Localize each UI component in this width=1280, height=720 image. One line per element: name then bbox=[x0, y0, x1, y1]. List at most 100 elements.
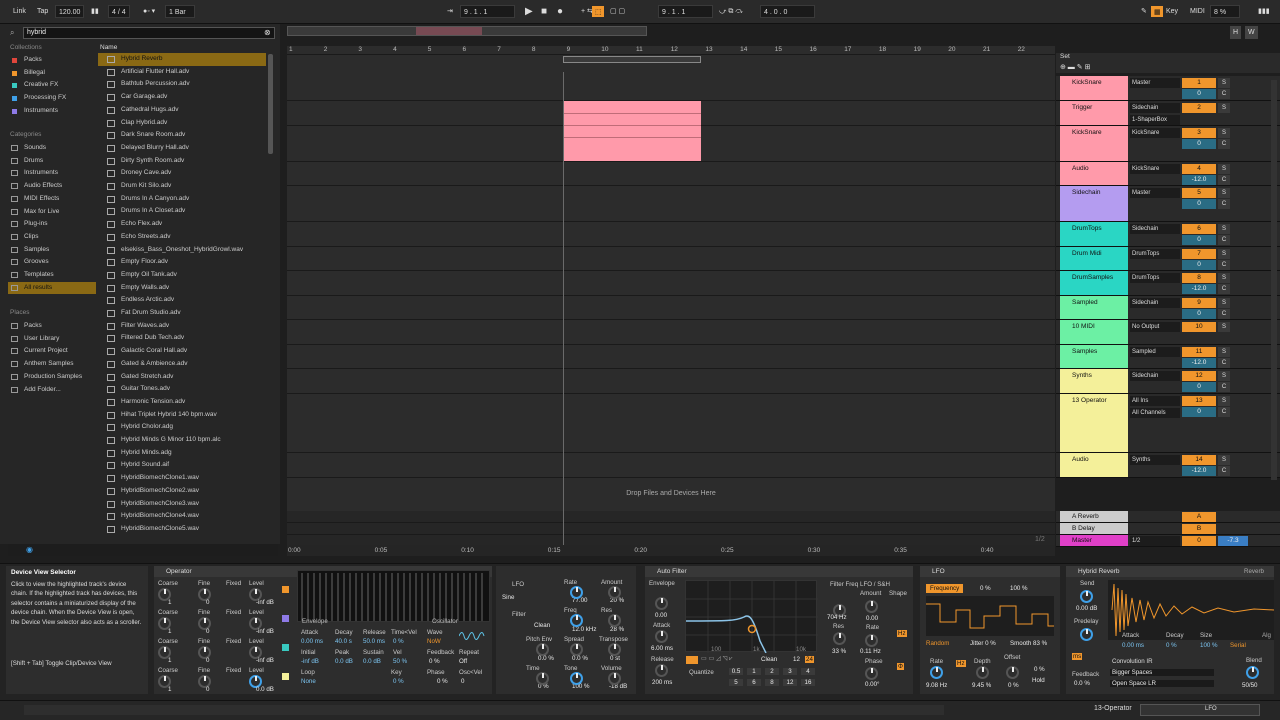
reverb-tab[interactable]: Reverb bbox=[1244, 568, 1264, 575]
af-freq-value[interactable]: 704 Hz bbox=[827, 614, 847, 621]
tap-button[interactable]: Tap bbox=[34, 5, 51, 18]
loop-start-field[interactable]: 9 . 1 . 1 bbox=[658, 5, 713, 18]
arrangement-lane[interactable] bbox=[287, 369, 1055, 394]
track-activator[interactable]: 8 bbox=[1182, 273, 1216, 283]
add-icon[interactable]: ⊕ ▬ ✎ ⊞ bbox=[1060, 63, 1090, 71]
track-activator[interactable]: 3 bbox=[1182, 128, 1216, 138]
hr-routing-select[interactable]: Serial bbox=[1230, 642, 1246, 649]
track-header[interactable]: Sampled Sidechain 9 S0 C bbox=[1056, 296, 1280, 320]
return-name[interactable]: B Delay bbox=[1060, 523, 1128, 534]
envelope-label[interactable]: Envelope bbox=[302, 618, 328, 625]
return-track-header[interactable]: A Reverb A bbox=[1056, 511, 1280, 523]
solo-button[interactable]: S bbox=[1218, 224, 1230, 234]
pan-button[interactable]: C bbox=[1218, 309, 1230, 319]
file-item[interactable]: Artificial Flutter Hall.adv bbox=[98, 66, 266, 79]
track-header[interactable]: Sidechain Master 5 S0 C bbox=[1056, 186, 1280, 222]
lfo-smooth[interactable]: Smooth 83 % bbox=[1010, 640, 1047, 647]
track-volume[interactable]: 0 bbox=[1182, 407, 1216, 417]
auto-filter-title[interactable]: Auto Filter bbox=[645, 566, 913, 577]
af-clean-select[interactable]: Clean bbox=[761, 656, 777, 663]
lfo-jitter[interactable]: Jitter 0 % bbox=[970, 640, 996, 647]
file-item[interactable]: Gated Stretch.adv bbox=[98, 371, 266, 384]
fine-value[interactable]: 0 bbox=[206, 686, 209, 693]
lfo-offset-value[interactable]: 0 % bbox=[1008, 682, 1019, 689]
grid-icon[interactable]: ▦ bbox=[1151, 6, 1163, 17]
lfo-amount-knob[interactable] bbox=[608, 586, 621, 599]
quantize-step[interactable]: 0.5 bbox=[729, 668, 743, 675]
category-item[interactable]: MIDI Effects bbox=[0, 193, 96, 205]
loop-icon[interactable]: ⤻ ⧉ ⤼ bbox=[716, 5, 746, 18]
track-activator[interactable]: 9 bbox=[1182, 298, 1216, 308]
return-activator[interactable]: B bbox=[1182, 524, 1216, 534]
transpose-knob[interactable] bbox=[608, 643, 621, 656]
af-phase-value[interactable]: 0.00° bbox=[865, 681, 880, 688]
file-item[interactable]: HybridBiomechClone1.wav bbox=[98, 472, 266, 485]
collection-item[interactable]: Processing FX bbox=[0, 92, 96, 104]
pan-button[interactable]: C bbox=[1218, 175, 1230, 185]
key-map-button[interactable]: Key bbox=[1163, 5, 1181, 18]
category-item[interactable]: All results bbox=[8, 281, 96, 294]
file-item[interactable]: Guitar Tones.adv bbox=[98, 383, 266, 396]
collection-item[interactable]: Instruments bbox=[0, 105, 96, 117]
track-header[interactable]: 13 Operator All Ins All Channels 13 S0 C bbox=[1056, 394, 1280, 453]
quantize-step[interactable]: 4 bbox=[801, 668, 815, 675]
hr-blend-knob[interactable] bbox=[1246, 666, 1259, 679]
file-item[interactable]: Delayed Blurry Hall.adv bbox=[98, 142, 266, 155]
operator-osc-icon[interactable] bbox=[282, 644, 289, 651]
lfo-hz-toggle[interactable]: Hz bbox=[956, 660, 966, 667]
fine-value[interactable]: 0 bbox=[206, 599, 209, 606]
file-item[interactable]: Echo Flex.adv bbox=[98, 218, 266, 231]
lfo-shape-select[interactable]: Sine bbox=[502, 594, 514, 601]
pitch-env-knob[interactable] bbox=[536, 643, 549, 656]
vel-value[interactable]: 50 % bbox=[393, 658, 407, 665]
track-header[interactable]: Trigger Sidechain 1-ShaperBox 2 S bbox=[1056, 101, 1280, 126]
track-volume[interactable]: -12.0 bbox=[1182, 175, 1216, 185]
view-toggle-h[interactable]: H bbox=[1230, 26, 1242, 39]
track-name[interactable]: Sampled bbox=[1060, 296, 1128, 319]
file-item[interactable]: Hybrid Minds.adg bbox=[98, 447, 266, 460]
peak-value[interactable]: 0.0 dB bbox=[335, 658, 353, 665]
capture-icon[interactable]: ▢ ▢ bbox=[607, 5, 628, 18]
quantize-step[interactable]: 1 bbox=[747, 668, 761, 675]
automation-arm-icon[interactable]: ⬚ bbox=[592, 6, 604, 17]
track-activator[interactable]: 14 bbox=[1182, 455, 1216, 465]
category-item[interactable]: Templates bbox=[0, 269, 96, 281]
quantize-select[interactable]: 1 Bar bbox=[165, 5, 195, 18]
tempo-field[interactable]: 120.00 bbox=[55, 5, 85, 18]
arrangement-lane[interactable] bbox=[287, 345, 1055, 369]
track-output-select[interactable]: Sidechain bbox=[1130, 298, 1180, 308]
lfo-offset-knob[interactable] bbox=[1006, 666, 1019, 679]
arrangement-lane[interactable] bbox=[287, 162, 1055, 186]
solo-button[interactable]: S bbox=[1218, 455, 1230, 465]
lfo-min-value[interactable]: 0 % bbox=[980, 585, 991, 592]
track-output-select[interactable]: Synths bbox=[1130, 455, 1180, 465]
pan-button[interactable]: C bbox=[1218, 235, 1230, 245]
track-header[interactable]: DrumSamples DrumTops 8 S -12.0 C bbox=[1056, 271, 1280, 296]
collection-item[interactable]: Creative FX bbox=[0, 79, 96, 91]
track-name[interactable]: KickSnare bbox=[1060, 126, 1128, 161]
file-item[interactable]: Dirty Synth Room.adv bbox=[98, 155, 266, 168]
release-value[interactable]: 50.0 ms bbox=[363, 638, 385, 645]
file-item[interactable]: Car Garage.adv bbox=[98, 91, 266, 104]
track-header[interactable]: Synths Sidechain 12 S0 C bbox=[1056, 369, 1280, 394]
operator-osc-icon[interactable] bbox=[282, 673, 289, 680]
filter-freq-value[interactable]: 12.0 kHz bbox=[572, 626, 596, 633]
hr-send-knob[interactable] bbox=[1080, 590, 1093, 603]
collection-item[interactable]: Packs bbox=[0, 54, 96, 66]
track-name[interactable]: DrumTops bbox=[1060, 222, 1128, 246]
track-name[interactable]: Samples bbox=[1060, 345, 1128, 368]
coarse-value[interactable]: 1 bbox=[168, 628, 171, 635]
af-amount-value[interactable]: 0.00 bbox=[866, 615, 878, 622]
category-item[interactable]: Plug-ins bbox=[0, 218, 96, 230]
track-volume[interactable]: 0 bbox=[1182, 199, 1216, 209]
af-rate-value[interactable]: 0.11 Hz bbox=[860, 648, 881, 655]
file-item[interactable]: HybridBiomechClone2.wav bbox=[98, 485, 266, 498]
af-release-value[interactable]: 200 ms bbox=[652, 679, 672, 686]
track-name[interactable]: KickSnare bbox=[1060, 76, 1128, 100]
hr-feedback-value[interactable]: 0.0 % bbox=[1074, 680, 1090, 687]
file-item[interactable]: Hybrid Minds G Minor 110 bpm.alc bbox=[98, 434, 266, 447]
track-scrollbar[interactable] bbox=[1271, 80, 1277, 480]
solo-button[interactable]: S bbox=[1218, 298, 1230, 308]
track-activator[interactable]: 1 bbox=[1182, 78, 1216, 88]
transpose-value[interactable]: 0 st bbox=[610, 655, 620, 662]
